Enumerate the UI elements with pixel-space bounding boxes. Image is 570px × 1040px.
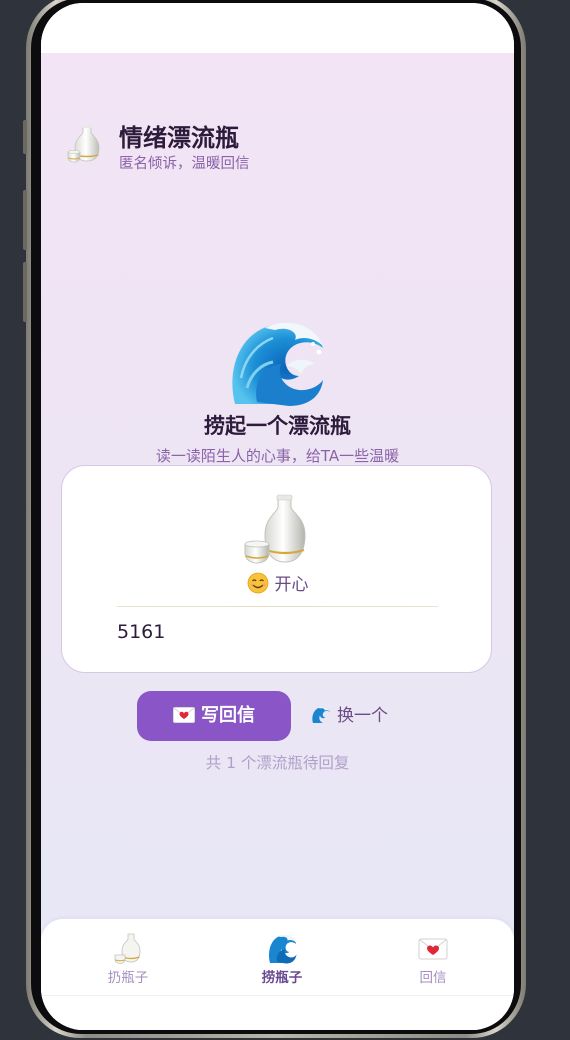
write-reply-button[interactable]: 写回信 (137, 691, 291, 741)
catch-subtitle: 读一读陌生人的心事，给TA一些温暖 (155, 447, 400, 465)
love-letter-icon (173, 706, 195, 723)
tab-bar-divider (41, 995, 514, 996)
mood-tag: 开心 (62, 570, 493, 595)
phone-screen: 情绪漂流瓶 匿名倾诉，温暖回信 捞起一个漂流瓶 读一读陌生人的心事，给TA一些温… (41, 3, 514, 1030)
status-bar (41, 3, 514, 53)
app-subtitle: 匿名倾诉，温暖回信 (119, 156, 250, 172)
smiling-face-icon (247, 572, 268, 593)
app-title: 情绪漂流瓶 (119, 124, 239, 152)
tab-label: 捞瓶子 (261, 970, 303, 986)
water-wave-icon (232, 322, 323, 406)
water-wave-icon (269, 934, 297, 964)
sake-bottle-icon (114, 933, 141, 964)
change-bottle-button[interactable]: 换一个 (311, 703, 388, 729)
tab-throw-bottle[interactable]: 扔瓶子 (68, 933, 188, 986)
sake-bottle-icon (244, 494, 306, 564)
water-wave-icon (312, 706, 330, 723)
catch-title: 捞起一个漂流瓶 (204, 414, 351, 438)
mood-label: 开心 (274, 575, 309, 595)
bottom-tab-bar: 扔瓶子 捞瓶子 回信 (41, 919, 514, 1030)
sake-bottle-icon (67, 125, 100, 163)
bottle-card: 开心 5161 (61, 465, 492, 673)
app-header: 情绪漂流瓶 匿名倾诉，温暖回信 (67, 118, 467, 178)
phone-side-button (23, 262, 27, 322)
bottle-message: 5161 (117, 621, 166, 643)
phone-side-button (23, 120, 27, 154)
phone-side-button (23, 190, 27, 250)
card-divider (117, 606, 438, 607)
pending-count-text: 共 1 个漂流瓶待回复 (205, 754, 350, 772)
change-bottle-label: 换一个 (337, 706, 388, 726)
action-row: 写回信 换一个 (41, 691, 514, 741)
love-letter-icon (418, 938, 448, 960)
write-reply-label: 写回信 (201, 705, 255, 726)
tab-label: 扔瓶子 (107, 970, 149, 986)
tab-replies[interactable]: 回信 (373, 933, 493, 986)
tab-label: 回信 (419, 970, 447, 986)
tab-catch-bottle[interactable]: 捞瓶子 (222, 933, 342, 986)
